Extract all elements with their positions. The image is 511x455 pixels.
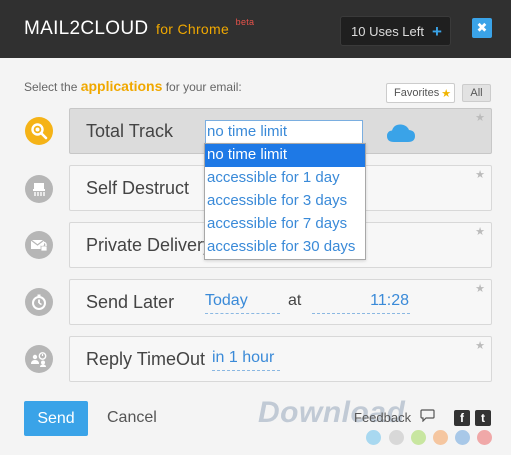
app-title-reply-timeout: Reply TimeOut xyxy=(86,349,206,369)
at-label: at xyxy=(288,292,302,309)
app-title: MAIL2CLOUD for Chrome beta xyxy=(24,17,255,40)
prompt-before: Select the xyxy=(24,80,81,94)
date-field[interactable]: Today xyxy=(205,292,280,314)
shredder-icon xyxy=(25,175,53,203)
feedback-link[interactable]: Feedback xyxy=(354,410,411,425)
app-title-total-track: Total Track xyxy=(86,121,174,141)
favorites-filter-button[interactable]: Favorites ★ xyxy=(386,83,455,103)
stopwatch-icon xyxy=(25,288,53,316)
star-icon: ★ xyxy=(441,87,452,100)
beta-badge: beta xyxy=(235,17,255,27)
twitter-icon[interactable]: t xyxy=(475,410,491,426)
dropdown-option[interactable]: accessible for 1 day xyxy=(205,167,365,190)
app-title-self-destruct: Self Destruct xyxy=(86,178,190,198)
prompt-after: for your email: xyxy=(162,80,242,94)
favorites-label: Favorites xyxy=(394,87,440,99)
timeout-field[interactable]: in 1 hour xyxy=(212,349,280,371)
favorite-star-icon[interactable]: ★ xyxy=(475,168,485,181)
prompt-highlight: applications xyxy=(80,78,163,94)
brand-for-chrome: for Chrome xyxy=(156,21,230,37)
send-button[interactable]: Send xyxy=(24,401,88,436)
speech-bubble-icon xyxy=(420,409,435,422)
favorite-star-icon[interactable]: ★ xyxy=(475,282,485,295)
twitter-glyph: t xyxy=(481,411,485,425)
decorative-dot xyxy=(455,430,470,445)
header-bar: MAIL2CLOUD for Chrome beta 10 Uses Left … xyxy=(0,0,511,58)
send-label: Send xyxy=(37,409,75,427)
facebook-glyph: f xyxy=(460,411,464,425)
time-limit-dropdown: no time limit accessible for 1 day acces… xyxy=(204,143,366,260)
dropdown-option[interactable]: accessible for 3 days xyxy=(205,190,365,213)
favorite-star-icon[interactable]: ★ xyxy=(475,111,485,124)
app-row-reply-timeout[interactable]: Reply TimeOut in 1 hour ★ xyxy=(69,336,492,382)
decorative-dot xyxy=(433,430,448,445)
private-mail-icon xyxy=(25,231,53,259)
facebook-icon[interactable]: f xyxy=(454,410,470,426)
magnifier-icon xyxy=(25,117,53,145)
people-clock-icon xyxy=(25,345,53,373)
cancel-button[interactable]: Cancel xyxy=(107,409,157,427)
app-row-send-later[interactable]: Send Later Today at 11:28 ★ xyxy=(69,279,492,325)
app-title-send-later: Send Later xyxy=(86,292,175,312)
decorative-dot xyxy=(411,430,426,445)
app-title-private-delivery: Private Delivery xyxy=(86,235,213,255)
close-icon: ✖ xyxy=(476,20,488,35)
all-filter-button[interactable]: All xyxy=(462,84,491,102)
decorative-dot xyxy=(366,430,381,445)
plus-icon: + xyxy=(432,21,442,41)
time-limit-select[interactable]: no time limit xyxy=(205,120,363,144)
all-label: All xyxy=(470,87,483,99)
uses-left-button[interactable]: 10 Uses Left + xyxy=(340,16,451,46)
uses-left-label: 10 Uses Left xyxy=(351,23,424,39)
cloud-icon[interactable] xyxy=(386,123,416,143)
decorative-dot xyxy=(477,430,492,445)
favorite-star-icon[interactable]: ★ xyxy=(475,225,485,238)
close-button[interactable]: ✖ xyxy=(472,18,492,38)
dropdown-option[interactable]: accessible for 30 days xyxy=(205,236,365,259)
dropdown-option[interactable]: accessible for 7 days xyxy=(205,213,365,236)
applications-prompt: Select the applications for your email: xyxy=(24,78,242,94)
decorative-dot xyxy=(389,430,404,445)
dropdown-option[interactable]: no time limit xyxy=(205,144,365,167)
time-field[interactable]: 11:28 xyxy=(312,292,410,314)
brand-name: MAIL2CLOUD xyxy=(24,18,149,39)
favorite-star-icon[interactable]: ★ xyxy=(475,339,485,352)
